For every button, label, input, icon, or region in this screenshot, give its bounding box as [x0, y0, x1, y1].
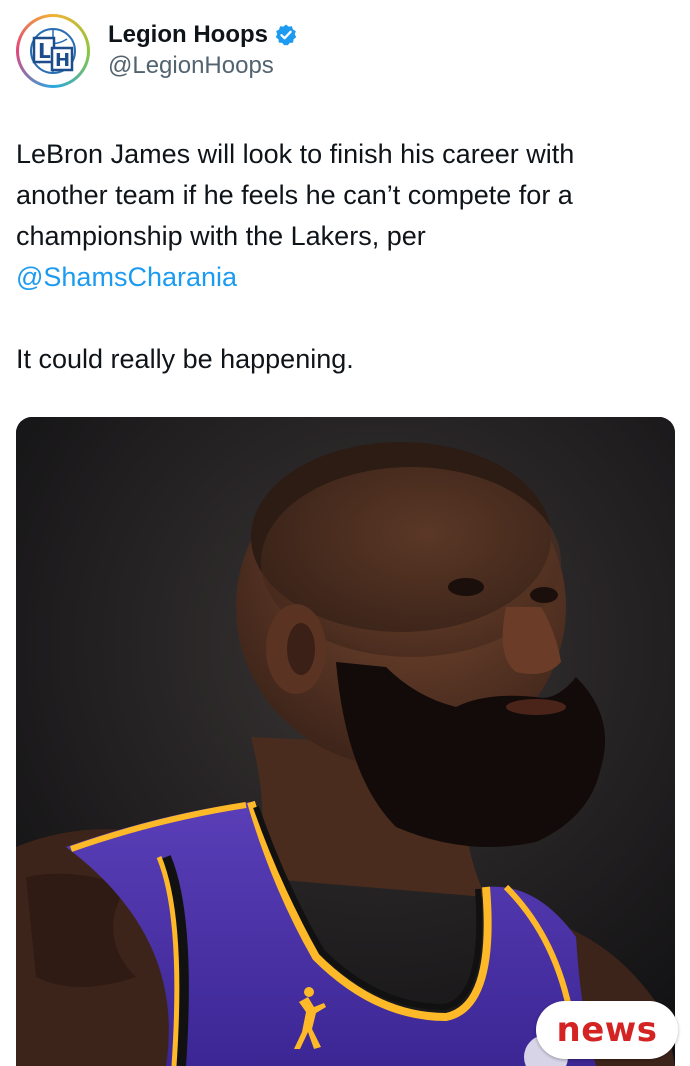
tweet-header: L H Legion Hoops @LegionHoops: [16, 12, 298, 90]
svg-text:H: H: [55, 50, 70, 71]
tweet-media[interactable]: [16, 417, 675, 1066]
display-name[interactable]: Legion Hoops: [108, 20, 268, 50]
verified-badge-icon: [275, 24, 297, 46]
news-watermark: news: [536, 1001, 678, 1059]
handle[interactable]: @LegionHoops: [108, 50, 298, 82]
tweet-text: LeBron James will look to finish his car…: [16, 134, 666, 380]
mention-link[interactable]: @ShamsCharania: [16, 262, 237, 292]
tweet-text-line: It could really be happening.: [16, 344, 354, 374]
tweet-paragraph: It could really be happening.: [16, 339, 666, 380]
news-watermark-label: news: [556, 1010, 658, 1050]
basketball-player-photo: [16, 417, 675, 1066]
tweet-paragraph: LeBron James will look to finish his car…: [16, 134, 666, 298]
legion-hoops-logo-icon: L H: [30, 28, 76, 74]
avatar[interactable]: L H: [16, 14, 90, 88]
svg-text:L: L: [38, 39, 51, 63]
author-names: Legion Hoops @LegionHoops: [108, 20, 298, 82]
tweet-text-line: LeBron James will look to finish his car…: [16, 139, 575, 251]
